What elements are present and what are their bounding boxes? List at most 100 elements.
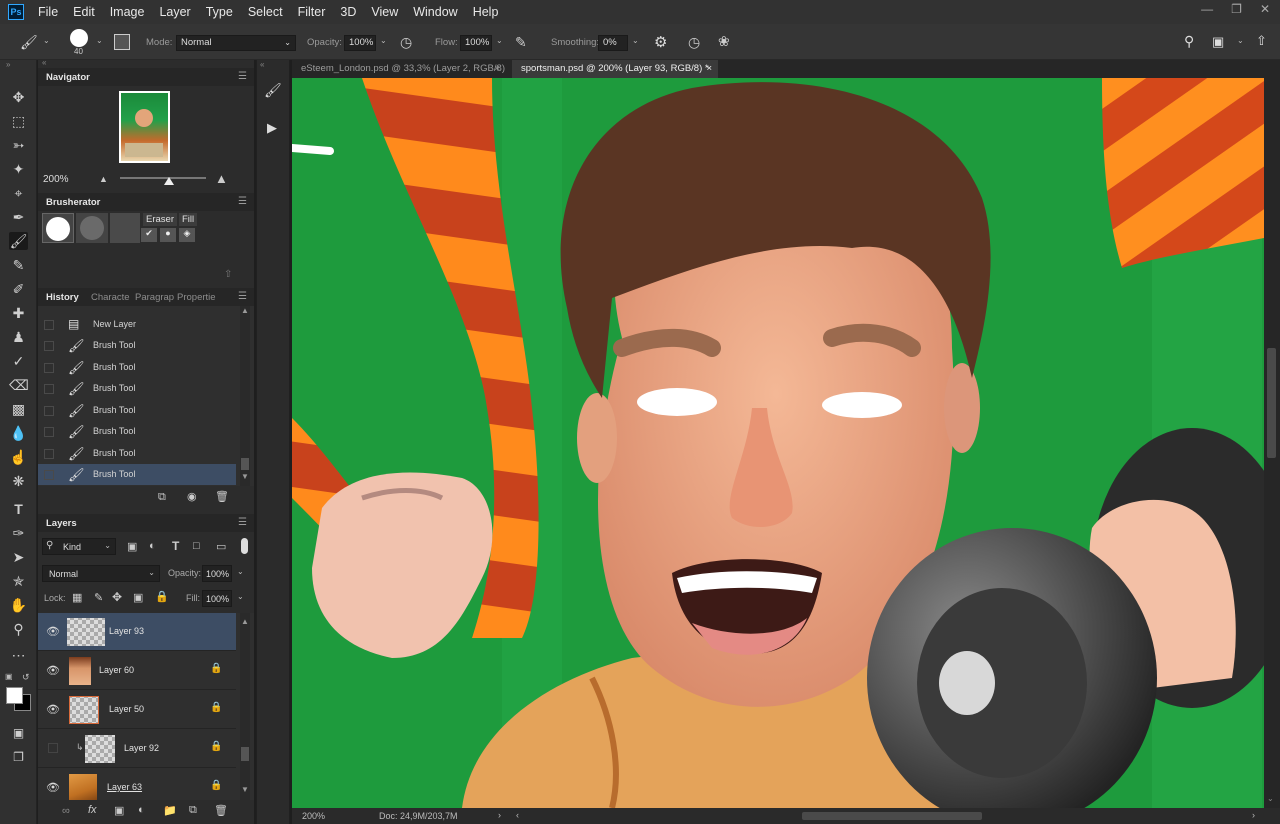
scroll-down-icon[interactable]: ▼ — [241, 785, 249, 794]
layer-row[interactable]: 👁 Layer 60 🔒 — [38, 652, 236, 690]
pressure-opacity-icon[interactable]: ◷ — [400, 34, 412, 51]
eyedropper-tool-icon[interactable]: ✒ — [9, 208, 28, 226]
brush-tool-icon[interactable]: 🖌 — [9, 232, 28, 250]
link-layers-icon[interactable]: ∞ — [62, 805, 70, 817]
brush-preset-1[interactable] — [42, 213, 74, 243]
new-document-from-state-icon[interactable]: ⧉ — [158, 491, 166, 504]
filter-toggle-switch[interactable] — [241, 538, 248, 554]
document-tab[interactable]: eSteem_London.psd @ 33,3% (Layer 2, RGB/… — [292, 60, 506, 78]
camera-snapshot-icon[interactable]: ◉ — [187, 490, 197, 503]
add-mask-icon[interactable]: ▣ — [114, 804, 124, 817]
restore-icon[interactable]: ❐ — [1231, 2, 1242, 16]
zoom-slider-track[interactable] — [120, 177, 206, 179]
mixer-brush-tool-icon[interactable]: ✐ — [9, 280, 28, 298]
navigator-tab[interactable]: Navigator — [46, 72, 90, 83]
lasso-tool-icon[interactable]: ➳ — [9, 136, 28, 154]
menu-image[interactable]: Image — [110, 5, 145, 19]
brush-settings-icon[interactable] — [114, 34, 130, 50]
layer-name[interactable]: Layer 93 — [109, 626, 144, 636]
custom-shape-tool-icon[interactable]: ✯ — [9, 572, 28, 590]
history-source-checkbox[interactable] — [44, 363, 54, 373]
character-tab[interactable]: Characte — [91, 292, 130, 303]
pressure-size-icon[interactable]: ◷ — [688, 34, 700, 51]
layer-name[interactable]: Layer 60 — [99, 665, 134, 675]
screen-mode-icon[interactable]: ❐ — [9, 748, 28, 766]
tool-preset-chevron-icon[interactable]: ⌄ — [43, 36, 50, 45]
layer-name[interactable]: Layer 50 — [109, 704, 144, 714]
expand-panels-icon[interactable]: « — [260, 60, 264, 69]
brush-preset-3[interactable] — [110, 213, 140, 243]
clone-stamp-tool-icon[interactable]: ♟ — [9, 328, 28, 346]
menu-file[interactable]: File — [38, 5, 58, 19]
paragraph-tab[interactable]: Paragrap — [135, 292, 174, 303]
search-icon[interactable]: ⚲ — [1184, 33, 1194, 50]
path-selection-tool-icon[interactable]: ➤ — [9, 548, 28, 566]
canvas-artwork[interactable] — [292, 78, 1264, 808]
menu-select[interactable]: Select — [248, 5, 283, 19]
status-menu-arrow-icon[interactable]: › — [498, 810, 501, 820]
scroll-left-icon[interactable]: ‹ — [516, 810, 519, 820]
healing-brush-tool-icon[interactable]: ✚ — [9, 304, 28, 322]
menu-window[interactable]: Window — [413, 5, 457, 19]
filter-smart-object-icon[interactable]: ▭ — [216, 540, 226, 553]
history-item[interactable]: 🖌 Brush Tool — [38, 357, 236, 378]
lock-transparent-icon[interactable]: ▦ — [72, 591, 82, 604]
eraser-tool-icon[interactable]: ⌫ — [9, 376, 29, 394]
layer-fill-chevron-icon[interactable]: ⌄ — [237, 592, 244, 601]
zoom-tool-icon[interactable]: ⚲ — [9, 620, 28, 638]
opacity-chevron-icon[interactable]: ⌄ — [380, 36, 387, 45]
blend-mode-select[interactable]: Normal ⌄ — [42, 565, 160, 582]
status-zoom-value[interactable]: 200% — [302, 811, 325, 821]
layers-tab[interactable]: Layers — [46, 518, 77, 529]
eye-visibility-icon[interactable]: 👁 — [46, 703, 60, 716]
fill-button[interactable]: Fill — [179, 213, 198, 226]
document-size-info[interactable]: Doc: 24,9M/203,7M — [379, 811, 458, 821]
collapse-toolbar-icon[interactable]: » — [6, 60, 10, 69]
vertical-scroll-thumb[interactable] — [1267, 348, 1276, 458]
history-item[interactable]: 🖌 Brush Tool — [38, 421, 236, 442]
history-source-checkbox[interactable] — [44, 427, 54, 437]
collapse-panels-icon[interactable]: « — [42, 58, 46, 67]
panel-menu-icon[interactable]: ☰ — [238, 517, 247, 528]
more-tools-icon[interactable]: ⋯ — [9, 646, 28, 664]
layer-opacity-chevron-icon[interactable]: ⌄ — [237, 567, 244, 576]
navigator-zoom-value[interactable]: 200% — [43, 174, 69, 185]
layer-row[interactable]: 👁 Layer 63 🔒 — [38, 769, 236, 800]
eraser-soft-icon[interactable]: ● — [160, 228, 176, 242]
menu-view[interactable]: View — [371, 5, 398, 19]
scroll-up-icon[interactable]: ▲ — [241, 306, 249, 315]
pen-tool-icon[interactable]: ✑ — [9, 524, 28, 542]
filter-pixel-icon[interactable]: ▣ — [127, 540, 137, 553]
adjustment-layer-icon[interactable]: ◐ — [138, 804, 145, 816]
share-icon[interactable]: ⇧ — [1256, 33, 1267, 49]
scroll-down-icon[interactable]: ▼ — [241, 472, 249, 481]
new-layer-icon[interactable]: ⧉ — [189, 804, 197, 817]
document-tab-active[interactable]: sportsman.psd @ 200% (Layer 93, RGB/8) *… — [512, 60, 718, 78]
symmetry-butterfly-icon[interactable]: ❀ — [718, 33, 730, 50]
history-scrollbar[interactable]: ▲ ▼ — [240, 306, 250, 486]
scroll-down-icon[interactable]: ⌄ — [1267, 794, 1274, 803]
layer-filter-select[interactable]: ⚲ Kind ⌄ — [42, 538, 116, 555]
layers-scroll-thumb[interactable] — [241, 747, 249, 761]
smudge-tool-icon[interactable]: ☝ — [9, 448, 28, 466]
paint-bucket-tool-icon[interactable]: ▩ — [9, 400, 28, 418]
lock-all-icon[interactable]: 🔒 — [155, 590, 169, 603]
new-group-folder-icon[interactable]: 📁 — [163, 804, 177, 817]
layer-row[interactable]: 👁 Layer 50 🔒 — [38, 691, 236, 729]
history-item[interactable]: 🖌 Brush Tool — [38, 443, 236, 464]
minimize-icon[interactable]: — — [1201, 2, 1213, 16]
panel-menu-icon[interactable]: ☰ — [238, 291, 247, 302]
menu-help[interactable]: Help — [473, 5, 499, 19]
brusherator-tab[interactable]: Brusherator — [46, 197, 100, 208]
menu-layer[interactable]: Layer — [159, 5, 190, 19]
brush-picker-chevron-icon[interactable]: ⌄ — [96, 36, 103, 45]
menu-type[interactable]: Type — [206, 5, 233, 19]
brush-preview-icon[interactable] — [70, 29, 88, 47]
layer-style-fx-icon[interactable]: fx — [88, 804, 97, 816]
move-tool-icon[interactable]: ✥ — [9, 88, 28, 106]
history-source-checkbox[interactable] — [44, 470, 54, 480]
menu-filter[interactable]: Filter — [298, 5, 326, 19]
eye-visibility-icon[interactable]: 👁 — [46, 625, 60, 638]
layer-name[interactable]: Layer 63 — [107, 782, 142, 792]
scroll-right-icon[interactable]: › — [1252, 810, 1255, 820]
